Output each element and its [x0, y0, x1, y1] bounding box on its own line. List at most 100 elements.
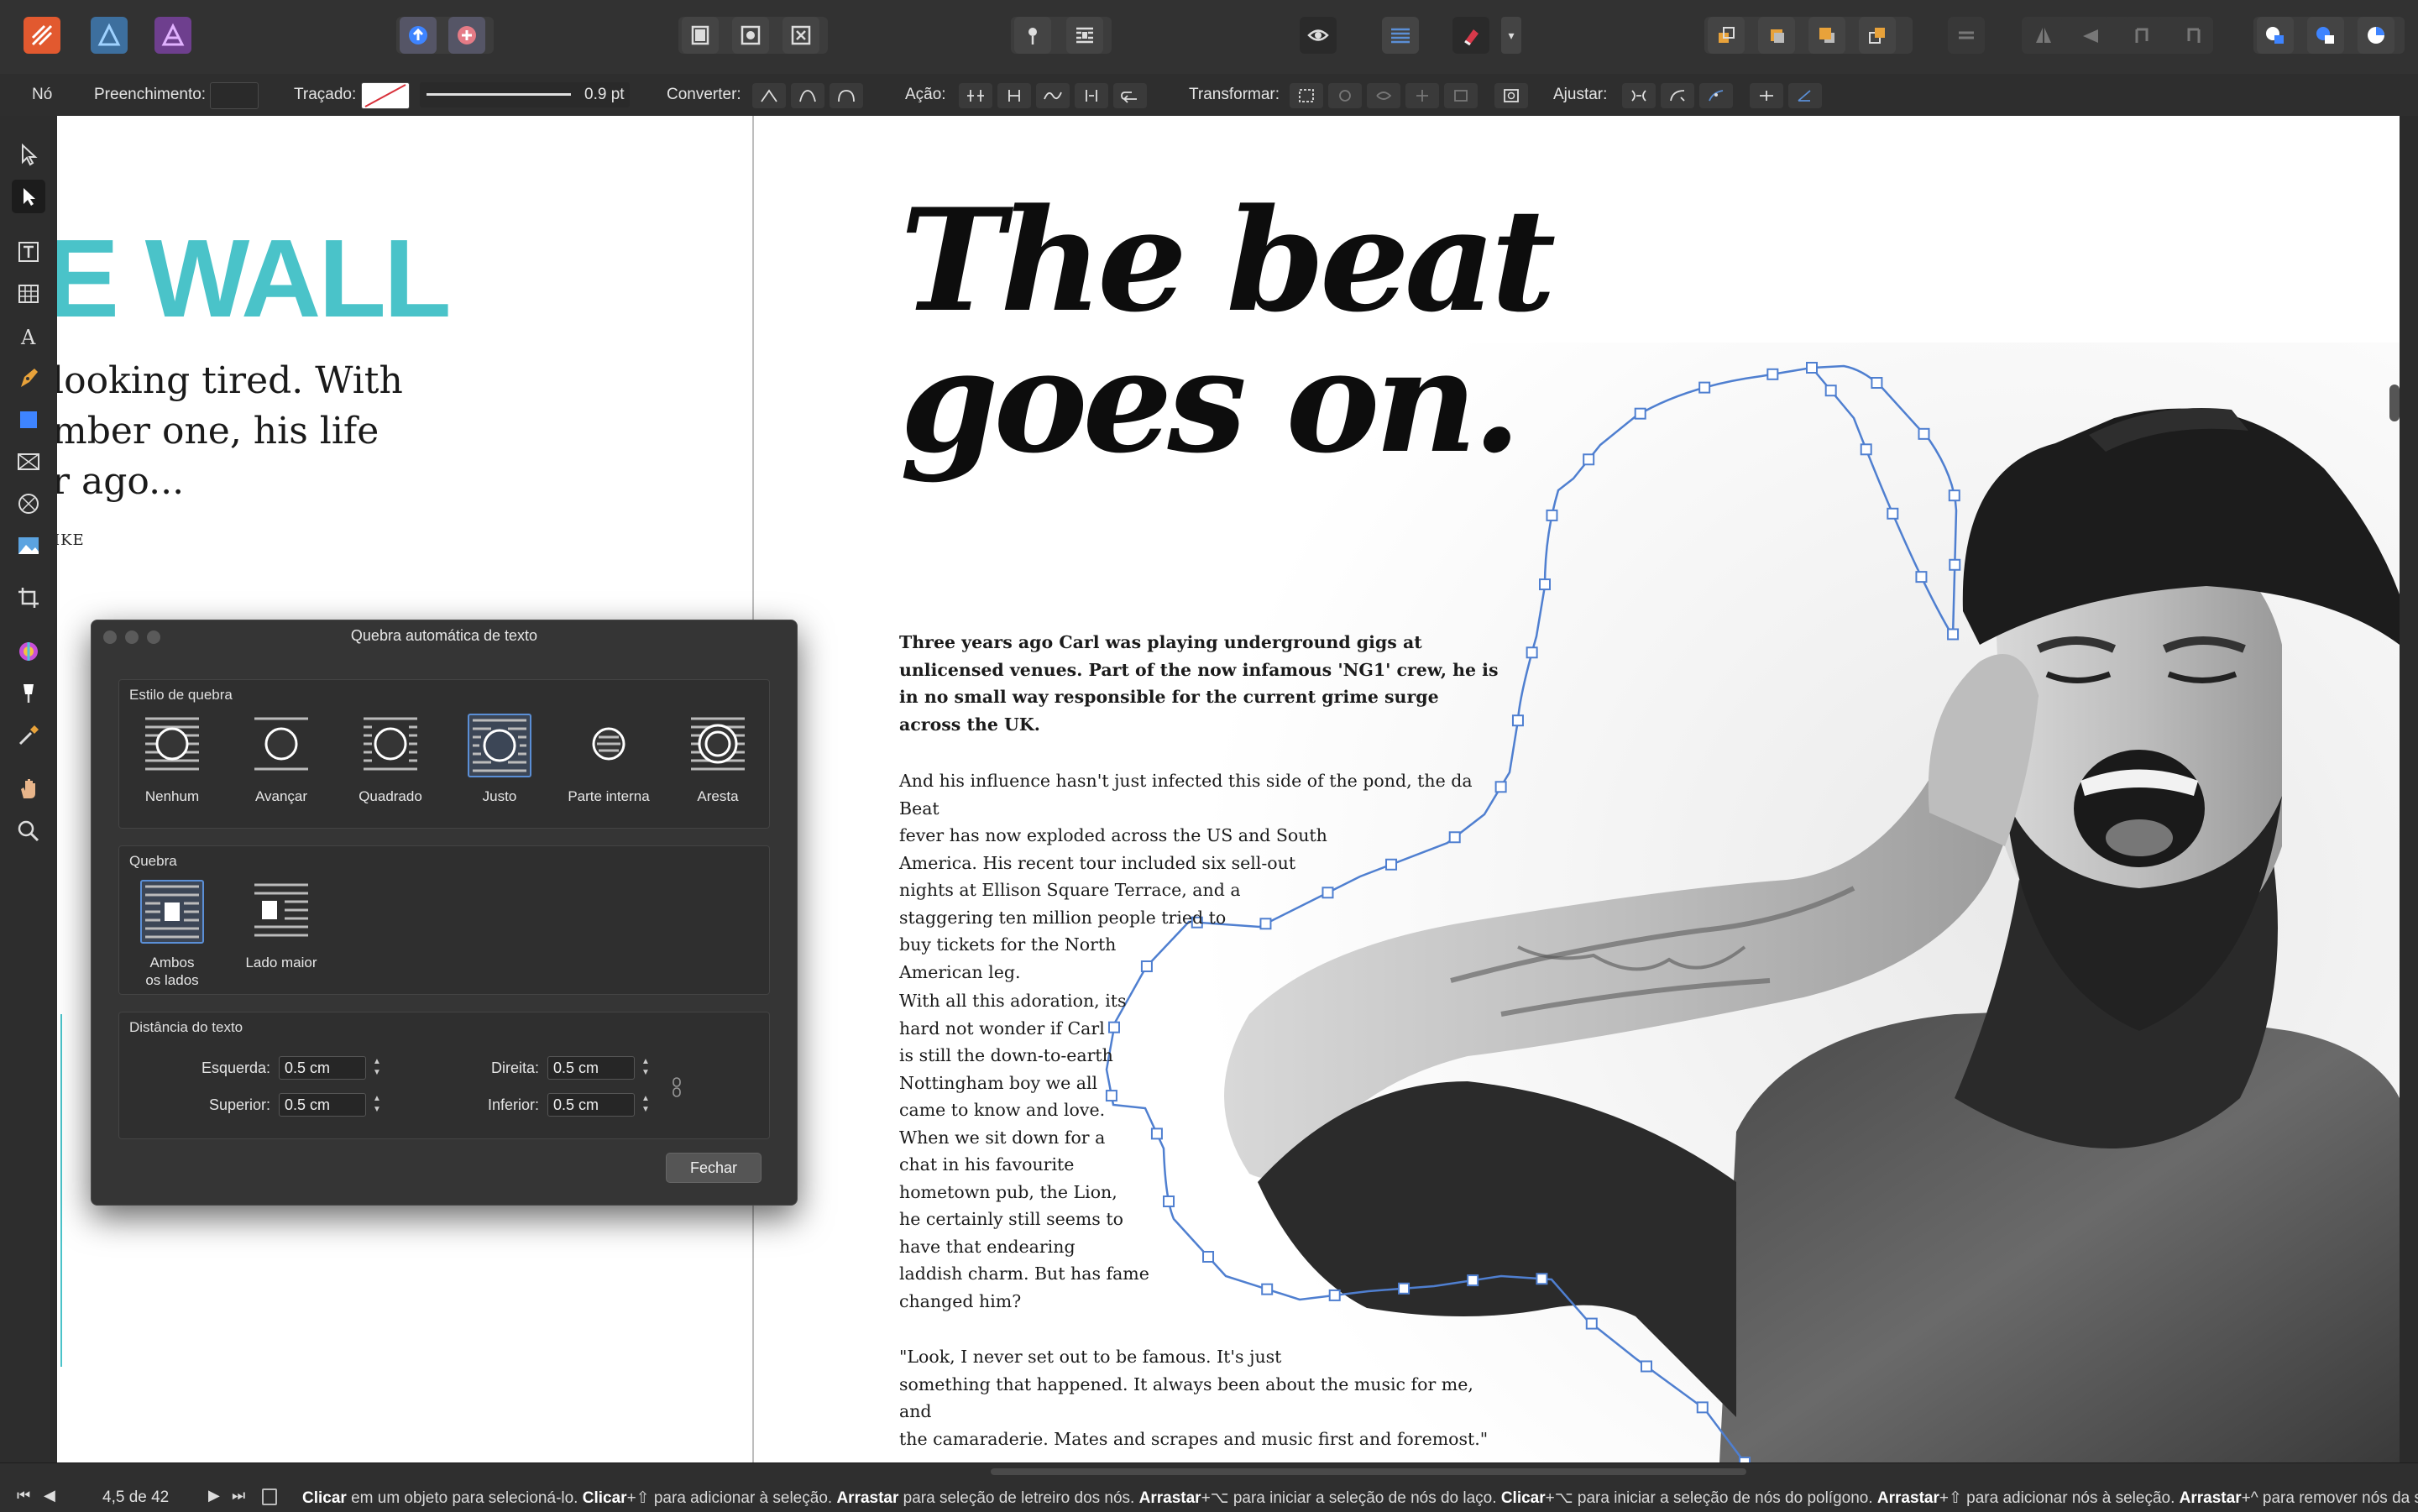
- curve-node-handle[interactable]: [1915, 571, 1928, 583]
- pin-icon[interactable]: [1014, 17, 1051, 54]
- previous-page-icon[interactable]: ◀: [44, 1487, 55, 1504]
- artistic-text-tool-icon[interactable]: A: [12, 319, 45, 353]
- link-values-icon[interactable]: [672, 1076, 682, 1098]
- curve-node-handle[interactable]: [1824, 385, 1837, 397]
- curve-node-handle[interactable]: [1698, 381, 1711, 394]
- right-distance-stepper-icon[interactable]: ▲ ▼: [640, 1056, 652, 1080]
- align-icon[interactable]: [1948, 17, 1985, 54]
- convert-smart-icon[interactable]: [830, 83, 863, 108]
- rotate-left-icon[interactable]: [2124, 17, 2161, 54]
- curve-node-handle[interactable]: [1585, 1317, 1598, 1330]
- ellipse-frame-tool-icon[interactable]: [12, 487, 45, 521]
- baseline-grid-icon[interactable]: [1382, 17, 1419, 54]
- curve-node-handle[interactable]: [1947, 628, 1960, 641]
- wrap-style-none[interactable]: Nenhum: [126, 714, 218, 805]
- transform-scale-icon[interactable]: [1444, 83, 1478, 108]
- wrap-style-square[interactable]: Quadrado: [344, 714, 437, 805]
- boolean-subtract-icon[interactable]: [2307, 17, 2344, 54]
- rectangle-tool-icon[interactable]: [12, 403, 45, 437]
- left-distance-input[interactable]: [279, 1056, 366, 1080]
- top-distance-input[interactable]: [279, 1093, 366, 1117]
- snapping-dropdown-icon[interactable]: ▾: [1501, 17, 1521, 54]
- publisher-persona-icon[interactable]: [24, 17, 60, 54]
- top-distance-stepper-icon[interactable]: ▲ ▼: [371, 1093, 383, 1117]
- stroke-swatch[interactable]: [361, 82, 410, 109]
- curve-node-handle[interactable]: [1526, 646, 1538, 659]
- move-tool-icon[interactable]: [12, 138, 45, 171]
- curve-node-handle[interactable]: [1871, 377, 1883, 390]
- curve-node-handle[interactable]: [1949, 558, 1961, 571]
- vertical-scrollbar[interactable]: [2400, 116, 2418, 1462]
- vertical-scrollbar-thumb[interactable]: [2389, 385, 2400, 421]
- curve-node-handle[interactable]: [1766, 368, 1779, 380]
- close-button[interactable]: Fechar: [666, 1153, 762, 1183]
- last-page-icon[interactable]: ⏭: [232, 1487, 245, 1504]
- curve-node-handle[interactable]: [1583, 453, 1595, 466]
- curve-node-handle[interactable]: [1546, 509, 1558, 521]
- flip-vertical-icon[interactable]: [2072, 17, 2109, 54]
- pages-panel-icon[interactable]: [262, 1488, 277, 1505]
- curve-node-handle[interactable]: [1467, 1274, 1479, 1287]
- wrap-side-largest[interactable]: Lado maior: [235, 880, 327, 971]
- curve-node-handle[interactable]: [1261, 1283, 1274, 1295]
- snap-nodes-icon[interactable]: [1622, 83, 1656, 108]
- place-image-tool-icon[interactable]: [12, 529, 45, 562]
- snap-handles-icon[interactable]: [1699, 83, 1733, 108]
- bottom-distance-stepper-icon[interactable]: ▲ ▼: [640, 1093, 652, 1117]
- rotate-right-icon[interactable]: [2175, 17, 2211, 54]
- photo-persona-icon[interactable]: [154, 17, 191, 54]
- move-to-back-icon[interactable]: [1708, 17, 1745, 54]
- curve-node-handle[interactable]: [1539, 578, 1552, 591]
- wrap-style-through[interactable]: Parte interna: [563, 714, 655, 805]
- transparency-tool-icon[interactable]: [12, 677, 45, 710]
- pen-tool-icon[interactable]: [12, 361, 45, 395]
- snap-angle-icon[interactable]: [1788, 83, 1822, 108]
- transform-rotate-icon[interactable]: [1367, 83, 1400, 108]
- bleed-view-icon[interactable]: [732, 17, 769, 54]
- left-distance-stepper-icon[interactable]: ▲ ▼: [371, 1056, 383, 1080]
- picture-frame-tool-icon[interactable]: [12, 445, 45, 479]
- curve-node-handle[interactable]: [1860, 443, 1872, 456]
- horizontal-scrollbar[interactable]: [991, 1468, 1746, 1475]
- curve-node-handle[interactable]: [1696, 1401, 1709, 1414]
- wrap-style-jump[interactable]: Avançar: [235, 714, 327, 805]
- curve-node-handle[interactable]: [1398, 1282, 1410, 1295]
- boolean-add-icon[interactable]: [2257, 17, 2294, 54]
- convert-sharp-icon[interactable]: [752, 83, 786, 108]
- flip-horizontal-icon[interactable]: [2025, 17, 2062, 54]
- break-curve-icon[interactable]: [959, 83, 992, 108]
- stroke-width-value[interactable]: 0.9 pt: [584, 86, 625, 104]
- snap-curve-icon[interactable]: [1661, 83, 1694, 108]
- text-wrap-icon[interactable]: [1066, 17, 1103, 54]
- transform-center-icon[interactable]: [1328, 83, 1362, 108]
- snapping-magnet-icon[interactable]: [1452, 17, 1489, 54]
- designer-persona-icon[interactable]: [91, 17, 128, 54]
- curve-node-handle[interactable]: [1163, 1195, 1175, 1208]
- move-forward-icon[interactable]: [1808, 17, 1845, 54]
- curve-node-handle[interactable]: [1640, 1360, 1652, 1373]
- normal-view-icon[interactable]: [682, 17, 719, 54]
- zoom-tool-icon[interactable]: [12, 814, 45, 848]
- transform-box-icon[interactable]: [1290, 83, 1323, 108]
- curve-node-handle[interactable]: [1150, 1127, 1163, 1140]
- curve-node-handle[interactable]: [1918, 427, 1930, 440]
- join-curves-icon[interactable]: [1075, 83, 1108, 108]
- node-tool-icon[interactable]: [12, 180, 45, 213]
- curve-node-handle[interactable]: [1806, 362, 1818, 374]
- right-distance-input[interactable]: [547, 1056, 635, 1080]
- close-curve-icon[interactable]: [997, 83, 1031, 108]
- fill-swatch[interactable]: [210, 82, 259, 109]
- curve-node-handle[interactable]: [1202, 1250, 1215, 1263]
- crop-tool-icon[interactable]: [12, 581, 45, 615]
- fill-tool-icon[interactable]: [12, 635, 45, 668]
- reverse-curve-icon[interactable]: [1113, 83, 1147, 108]
- snap-tangent-icon[interactable]: [1750, 83, 1783, 108]
- curve-node-handle[interactable]: [1634, 407, 1646, 420]
- clip-view-icon[interactable]: [782, 17, 819, 54]
- curve-node-handle[interactable]: [1536, 1273, 1548, 1285]
- move-back-icon[interactable]: [1758, 17, 1795, 54]
- curve-node-handle[interactable]: [1511, 714, 1524, 727]
- curve-node-handle[interactable]: [1328, 1289, 1341, 1301]
- wrap-style-tight[interactable]: Justo: [453, 714, 546, 805]
- transform-shear-icon[interactable]: [1405, 83, 1439, 108]
